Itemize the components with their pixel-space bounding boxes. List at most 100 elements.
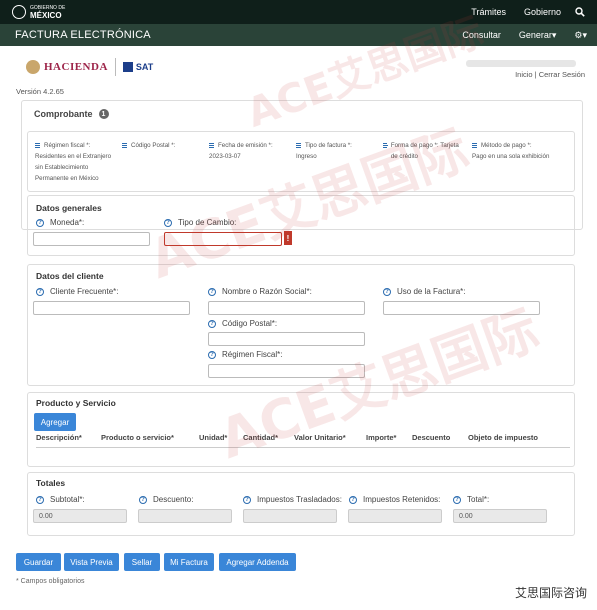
field-label: Forma de pago *: Tarjeta de crédito [390,142,459,160]
col-objeto-impuesto: Objeto de impuesto [468,433,539,442]
moneda-label-text: Moneda*: [50,218,85,227]
total-label-text: Total*: [467,495,490,504]
cliente-frecuente-select[interactable] [33,301,190,315]
help-icon[interactable]: ? [208,350,216,359]
trasladados-label-text: Impuestos Trasladados: [257,495,342,504]
subtotal-label: ? Subtotal*: [36,495,85,504]
retenidos-label-text: Impuestos Retenidos: [363,495,441,504]
help-icon[interactable]: ? [383,287,391,296]
session-links[interactable]: Inicio | Cerrar Sesión [515,70,585,79]
list-icon [35,143,40,148]
gov-header: GOBIERNO DE MÉXICO Trámites Gobierno [0,0,597,24]
sellar-button[interactable]: Sellar [124,553,160,571]
search-icon[interactable] [575,7,585,17]
comprobante-badge: 1 [98,109,109,119]
datos-generales-title: Datos generales [36,203,102,213]
field-codigo-postal: Código Postal *: [122,140,202,151]
nombre-input[interactable] [208,301,365,315]
total-field: 0.00 [453,509,547,523]
nav-generar[interactable]: Generar▾ [519,30,557,41]
error-flag-icon: ! [284,231,292,245]
codigo-postal-input[interactable] [208,332,365,346]
gov-logo[interactable]: GOBIERNO DE MÉXICO [12,5,65,20]
comprobante-title: Comprobante 1 [34,109,109,119]
datos-generales-panel [27,195,575,256]
nav-tramites[interactable]: Trámites [471,7,506,17]
field-value: Pago en una sola exhibición [472,153,550,160]
help-icon[interactable]: ? [36,218,44,227]
help-icon[interactable]: ? [453,495,461,504]
cliente-frecuente-label: ? Cliente Frecuente*: [36,287,118,296]
guardar-button[interactable]: Guardar [16,553,61,571]
help-icon[interactable]: ? [36,495,44,504]
nombre-label-text: Nombre o Razón Social*: [222,287,312,296]
descuento-field [138,509,232,523]
hacienda-logo-text: HACIENDA [44,61,108,73]
nav-consultar[interactable]: Consultar [462,30,501,40]
retenidos-label: ? Impuestos Retenidos: [349,495,440,504]
uso-factura-select[interactable] [383,301,540,315]
regimen-fiscal-select[interactable] [208,364,365,378]
trasladados-label: ? Impuestos Trasladados: [243,495,342,504]
sat-logo-icon [122,62,133,72]
field-label: Tipo de factura *: [305,142,352,149]
help-icon[interactable]: ? [208,287,216,296]
comprobante-fields: Régimen fiscal *: Residentes en el Extra… [27,131,575,192]
col-valor-unitario: Valor Unitario* [294,433,346,442]
help-icon[interactable]: ? [164,218,172,227]
comprobante-title-text: Comprobante [34,109,93,119]
col-unidad: Unidad* [199,433,228,442]
gear-icon[interactable]: ⚙▾ [574,30,587,41]
user-name-redacted [466,60,576,67]
field-label: Régimen fiscal *: [44,142,91,149]
trasladados-field [243,509,337,523]
logo-divider [114,58,116,76]
list-icon [472,143,477,148]
moneda-select[interactable] [33,232,150,246]
col-descuento: Descuento [412,433,451,442]
field-tipo-factura: Tipo de factura *: Ingreso [296,140,376,162]
version-label: Versión 4.2.65 [16,87,64,96]
field-regimen-fiscal: Régimen fiscal *: Residentes en el Extra… [35,140,115,184]
uso-factura-label: ? Uso de la Factura*: [383,287,465,296]
regimen-fiscal-label: ? Régimen Fiscal*: [208,350,282,359]
help-icon[interactable]: ? [208,319,216,328]
col-importe: Importe* [366,433,397,442]
field-label: Método de pago *: [481,142,532,149]
gov-big-text: MÉXICO [30,11,62,20]
hacienda-logo-icon [26,60,40,74]
uso-factura-label-text: Uso de la Factura*: [397,287,466,296]
watermark-footer: 艾思国际咨询 [514,586,587,600]
help-icon[interactable]: ? [349,495,357,504]
agregar-addenda-button[interactable]: Agregar Addenda [219,553,296,571]
app-title: FACTURA ELECTRÓNICA [15,29,151,41]
help-icon[interactable]: ? [36,287,44,296]
field-value: 2023-03-07 [209,153,241,160]
regimen-fiscal-label-text: Régimen Fiscal*: [222,350,283,359]
descuento-label: ? Descuento: [139,495,193,504]
help-icon[interactable]: ? [243,495,251,504]
totales-title: Totales [36,478,66,488]
mi-factura-button[interactable]: Mi Factura [164,553,214,571]
datos-cliente-title: Datos del cliente [36,271,104,281]
col-cantidad: Cantidad* [243,433,279,442]
field-metodo-pago: Método de pago *: Pago en una sola exhib… [472,140,567,162]
vista-previa-button[interactable]: Vista Previa [64,553,119,571]
field-label: Fecha de emisión *: [218,142,273,149]
codigo-postal-label-text: Código Postal*: [222,319,278,328]
tipo-cambio-input[interactable] [164,232,282,246]
list-icon [296,143,301,148]
moneda-label: ? Moneda*: [36,218,84,227]
field-forma-pago: Forma de pago *: Tarjeta de crédito [383,140,465,162]
gov-seal-icon [12,5,26,19]
tipo-cambio-label-text: Tipo de Cambio: [178,218,237,227]
required-note: * Campos obligatorios [16,578,85,585]
field-label: Código Postal *: [131,142,176,149]
total-label: ? Total*: [453,495,489,504]
app-header: FACTURA ELECTRÓNICA Consultar Generar▾ ⚙… [0,24,597,46]
nav-gobierno[interactable]: Gobierno [524,7,561,17]
help-icon[interactable]: ? [139,495,147,504]
subtotal-label-text: Subtotal*: [50,495,85,504]
add-product-button[interactable]: Agregar [34,413,76,431]
descuento-label-text: Descuento: [153,495,194,504]
